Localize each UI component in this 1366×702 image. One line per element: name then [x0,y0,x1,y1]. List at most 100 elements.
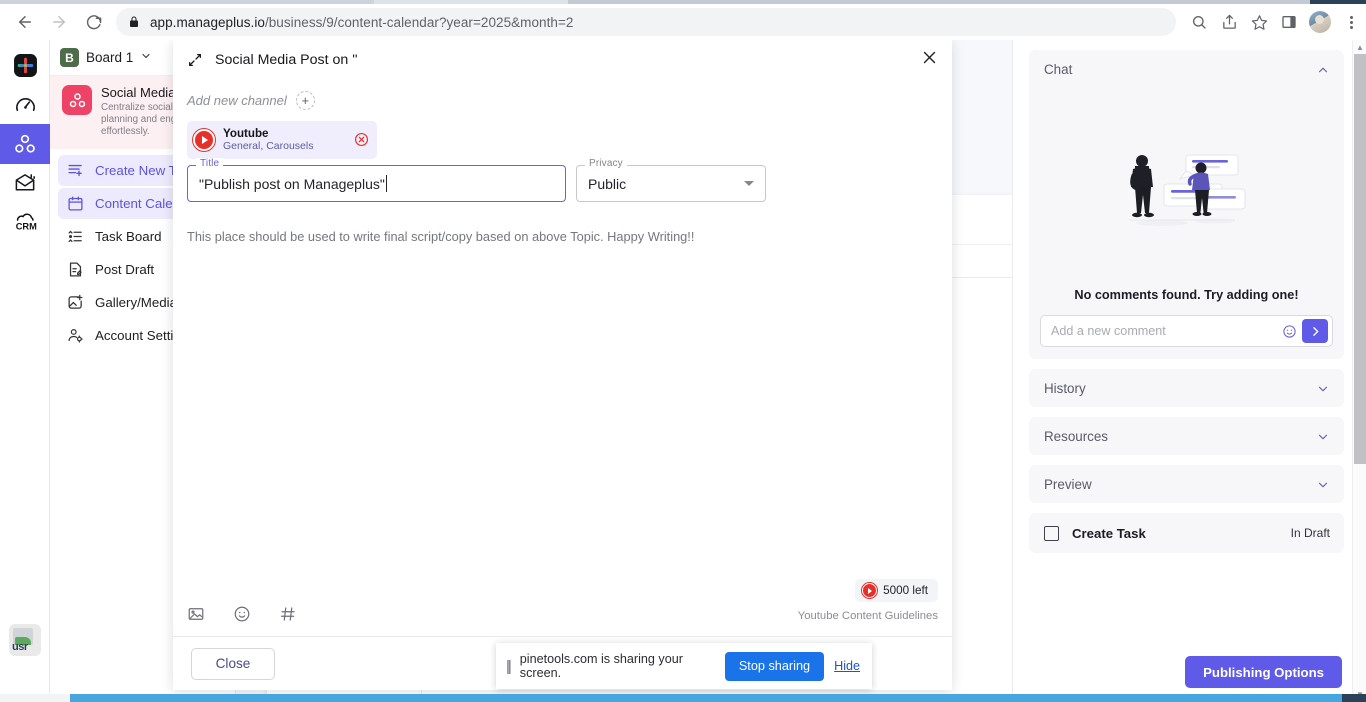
avatar [1309,11,1331,33]
browser-toolbar: app.manageplus.io/business/9/content-cal… [0,4,1366,40]
reload-icon[interactable] [76,7,110,37]
three-circles-icon [62,85,92,115]
comment-input-row[interactable]: Add a new comment [1040,315,1333,347]
text-cursor [385,175,387,192]
post-editor-placeholder[interactable]: This place should be used to write final… [187,229,938,244]
select-caret-down-icon[interactable] [744,181,754,186]
envelope-megaphone-icon[interactable] [0,164,50,202]
three-dots-menu-icon[interactable] [1336,7,1366,37]
calendar-icon [67,195,84,212]
chevron-down-icon[interactable] [1316,382,1330,399]
app-icon-rail: CRM usr [0,40,50,702]
publishing-options-button[interactable]: Publishing Options [1185,656,1342,688]
insert-image-icon[interactable] [187,605,205,626]
insert-emoji-icon[interactable] [233,605,251,626]
two-people-chat-illustration [1029,88,1344,288]
history-accordion-header[interactable]: History [1029,369,1344,407]
social-media-post-modal: Social Media Post on '' Add new channel … [173,40,952,690]
remove-circle-x-icon[interactable] [354,132,369,150]
chevron-down-icon[interactable] [1316,478,1330,495]
youtube-icon [193,129,215,151]
speedometer-icon[interactable] [0,86,50,124]
chat-empty-message: No comments found. Try adding one! [1074,288,1299,302]
drag-grip-icon[interactable]: || [506,658,512,675]
close-x-icon[interactable] [921,49,938,69]
youtube-icon [862,583,878,598]
insert-hashtag-icon[interactable] [279,605,297,626]
title-input[interactable]: "Publish post on Manageplus" [187,165,566,202]
user-gear-icon [67,327,84,344]
sidebar-item-label: Gallery/Media [95,295,178,310]
accordion-label: Chat [1044,61,1073,77]
resources-accordion-header[interactable]: Resources [1029,417,1344,455]
forward-arrow-icon [42,7,76,37]
title-field[interactable]: Title "Publish post on Manageplus" [187,158,566,202]
create-task-panel: Create Task In Draft [1029,513,1344,553]
sidebar-item-label: Task Board [95,229,162,244]
colored-plus-logo[interactable] [0,44,50,86]
chevron-down-icon[interactable] [140,50,152,65]
sidebar-item-social-media-studio[interactable] [0,124,50,164]
send-arrow-icon[interactable] [1302,319,1328,343]
stop-sharing-button[interactable]: Stop sharing [724,651,825,681]
taskbar-segment [0,694,70,702]
chat-accordion-header[interactable]: Chat [1029,50,1344,88]
zoom-search-icon[interactable] [1184,7,1214,37]
content-guidelines-link[interactable]: Youtube Content Guidelines [798,610,938,622]
back-arrow-icon[interactable] [8,7,42,37]
modal-body: Add new channel + Youtube General, Carou… [173,80,952,636]
address-bar[interactable]: app.manageplus.io/business/9/content-cal… [116,8,1176,36]
plus-circle-icon[interactable]: + [295,91,315,110]
privacy-select[interactable]: Public [576,165,766,202]
unchecked-checkbox-icon[interactable] [1044,525,1059,541]
create-task-row[interactable]: Create Task In Draft [1029,513,1344,553]
create-task-label: Create Task [1072,525,1146,541]
character-counter: 5000 left [855,579,938,602]
crm-cloud-icon[interactable]: CRM [0,202,50,240]
comment-input[interactable]: Add a new comment [1051,324,1282,338]
image-plus-icon [67,294,84,311]
scrollbar-thumb[interactable] [1354,54,1366,464]
address-bar-url: app.manageplus.io/business/9/content-cal… [150,15,573,30]
right-side-panel: Chat No comments found. Try adding one! … [1012,40,1354,702]
emoji-icon[interactable] [1282,324,1297,339]
preview-accordion-header[interactable]: Preview [1029,465,1344,503]
side-panel-icon[interactable] [1274,7,1304,37]
chevron-up-icon[interactable] [1316,63,1330,80]
lock-icon [128,16,140,28]
profile-avatar[interactable] [1304,7,1336,37]
scroll-up-arrow[interactable]: ▲ [1356,43,1364,52]
share-icon[interactable] [1214,7,1244,37]
url-path: /business/9/content-calendar?year=2025&m… [264,14,574,30]
accordion-label: Resources [1044,428,1109,444]
status-badge: In Draft [1290,526,1330,540]
post-fields-row: Title "Publish post on Manageplus" Priva… [187,158,938,202]
privacy-field[interactable]: Privacy Public [576,158,766,202]
chevron-down-icon[interactable] [1316,430,1330,447]
add-new-channel[interactable]: Add new channel + [187,91,938,110]
close-button[interactable]: Close [191,647,275,680]
expand-diagonal-icon[interactable] [187,52,203,68]
title-input-value: "Publish post on Manageplus" [199,175,385,192]
channel-name: Youtube [223,127,269,140]
history-accordion[interactable]: History [1029,369,1344,407]
screen-share-border [0,694,1366,702]
modal-title: Social Media Post on '' [215,52,358,68]
modal-header: Social Media Post on '' [173,40,952,80]
chat-accordion: Chat No comments found. Try adding one! … [1029,50,1344,359]
hide-button[interactable]: Hide [834,659,860,673]
resources-accordion[interactable]: Resources [1029,417,1344,455]
privacy-field-legend: Privacy [585,158,627,169]
channel-subtitle: General, Carousels [223,140,314,152]
share-highlight-border [70,694,1342,702]
screen-share-message: pinetools.com is sharing your screen. [519,652,683,680]
preview-accordion[interactable]: Preview [1029,465,1344,503]
sidebar-item-label: Post Draft [95,262,155,277]
star-icon[interactable] [1244,7,1274,37]
page-scrollbar[interactable]: ▲ ▼ [1352,40,1366,702]
user-thumbnail[interactable]: usr [9,624,41,656]
board-badge: B [60,48,79,67]
privacy-select-value: Public [588,175,627,192]
rail-thumb-label: usr [12,641,28,653]
channel-chip-youtube[interactable]: Youtube General, Carousels [187,121,377,159]
